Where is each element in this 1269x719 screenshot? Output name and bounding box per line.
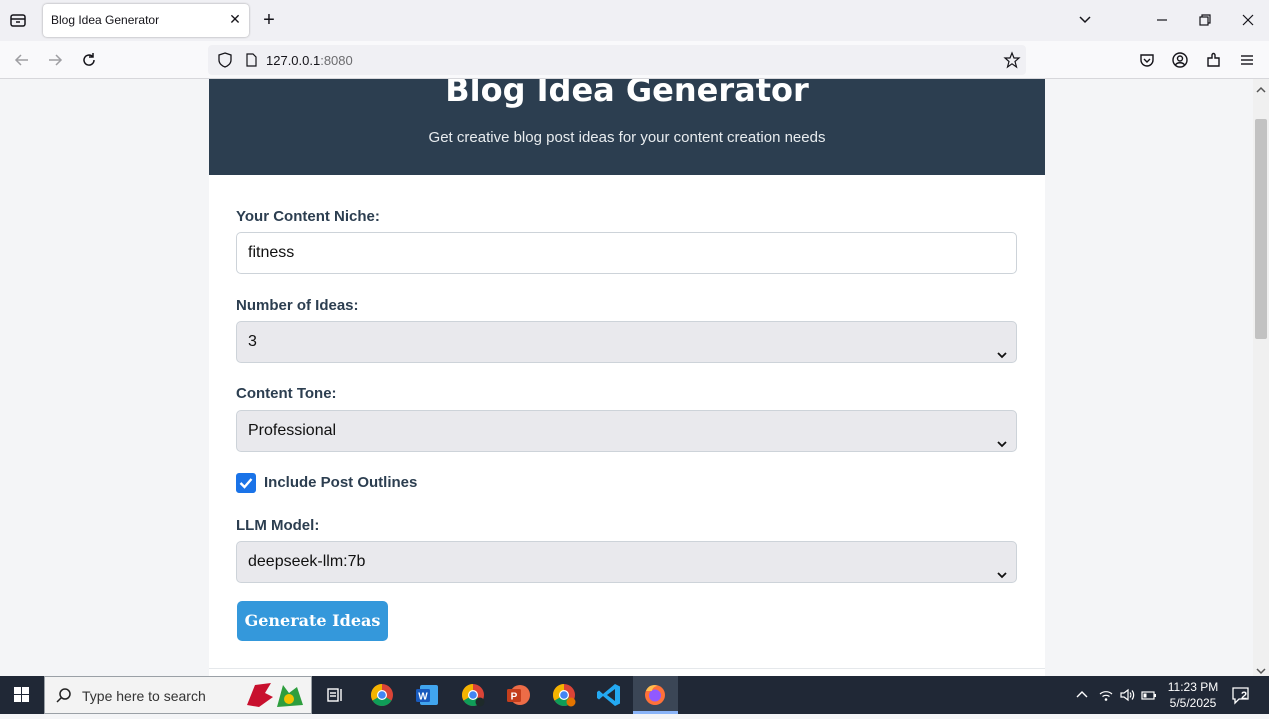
chrome-profile-icon[interactable] [458, 680, 488, 710]
battery-icon[interactable] [1140, 686, 1158, 704]
scroll-thumb[interactable] [1255, 119, 1267, 339]
system-clock[interactable]: 11:23 PM 5/5/2025 [1162, 679, 1224, 711]
model-select[interactable]: deepseek-llm:7b [236, 541, 1017, 583]
generator-card: Blog Idea Generator Get creative blog po… [209, 79, 1045, 676]
chrome-profile-2-icon[interactable] [549, 680, 579, 710]
tone-select[interactable]: Professional [236, 410, 1017, 452]
model-value: deepseek-llm:7b [248, 553, 366, 570]
browser-tab[interactable]: Blog Idea Generator ✕ [43, 4, 249, 37]
chevron-down-icon [996, 426, 1008, 448]
model-label: LLM Model: [236, 517, 320, 534]
back-arrow-icon[interactable] [12, 50, 32, 70]
ideas-count-select[interactable]: 3 [236, 321, 1017, 363]
minimize-icon[interactable] [1150, 8, 1174, 32]
tab-title: Blog Idea Generator [51, 13, 160, 27]
chevron-down-icon [996, 337, 1008, 359]
outlines-checkbox[interactable] [236, 473, 256, 493]
divider [209, 668, 1045, 669]
page-icon[interactable] [243, 52, 259, 68]
tab-bar: Blog Idea Generator ✕ + [0, 0, 1269, 41]
ideas-count-label: Number of Ideas: [236, 297, 359, 314]
vscode-icon[interactable] [594, 680, 624, 710]
volume-icon[interactable] [1118, 686, 1136, 704]
task-view-icon[interactable] [320, 680, 350, 710]
chevron-down-icon [996, 557, 1008, 579]
chevron-down-icon[interactable] [1075, 10, 1095, 30]
extensions-icon[interactable] [1204, 50, 1224, 70]
url-port: :8080 [320, 53, 353, 68]
vertical-scrollbar[interactable] [1253, 79, 1269, 676]
niche-input[interactable]: fitness [236, 232, 1017, 274]
page-header: Blog Idea Generator Get creative blog po… [209, 79, 1045, 175]
page-title: Blog Idea Generator [445, 79, 809, 109]
niche-label: Your Content Niche: [236, 208, 380, 225]
svg-text:P: P [511, 692, 518, 703]
tone-value: Professional [248, 422, 337, 439]
reload-icon[interactable] [79, 50, 99, 70]
account-icon[interactable] [1170, 50, 1190, 70]
bookmark-star-icon[interactable] [1003, 51, 1021, 69]
powerpoint-icon[interactable]: P [503, 680, 533, 710]
chrome-icon[interactable] [367, 680, 397, 710]
restore-icon[interactable] [1193, 8, 1217, 32]
outlines-label[interactable]: Include Post Outlines [264, 474, 417, 491]
ideas-count-value: 3 [248, 333, 257, 350]
search-highlight-icon [241, 679, 309, 711]
firefox-icon[interactable] [640, 680, 670, 710]
notifications-icon[interactable]: 2 [1230, 684, 1252, 706]
close-window-icon[interactable] [1236, 8, 1260, 32]
navigation-bar: 127.0.0.1:8080 [0, 41, 1269, 79]
taskbar-search[interactable]: Type here to search [44, 676, 312, 714]
url-bar[interactable]: 127.0.0.1:8080 [208, 45, 1026, 75]
windows-start-icon[interactable] [0, 676, 44, 714]
generate-ideas-button[interactable]: Generate Ideas [237, 601, 388, 641]
new-tab-icon[interactable]: + [258, 9, 280, 31]
notification-count: 2 [1241, 690, 1248, 702]
list-all-tabs-icon[interactable] [8, 10, 28, 30]
close-tab-icon[interactable]: ✕ [227, 11, 243, 27]
clock-date: 5/5/2025 [1169, 696, 1217, 710]
search-icon [55, 687, 73, 705]
network-icon[interactable] [1097, 686, 1115, 704]
pocket-icon[interactable] [1137, 50, 1157, 70]
url-text[interactable]: 127.0.0.1:8080 [266, 53, 353, 68]
scroll-up-icon[interactable] [1256, 82, 1266, 93]
chevron-up-icon[interactable] [1073, 686, 1091, 704]
svg-text:W: W [418, 692, 428, 703]
clock-time: 11:23 PM [1167, 680, 1219, 694]
url-host: 127.0.0.1 [266, 53, 321, 68]
tone-label: Content Tone: [236, 385, 337, 402]
taskbar: Type here to search W P 11:23 PM 5/5/202… [0, 676, 1269, 714]
menu-icon[interactable] [1237, 50, 1257, 70]
search-placeholder: Type here to search [82, 688, 206, 704]
scroll-down-icon[interactable] [1256, 663, 1266, 675]
shield-icon[interactable] [216, 51, 234, 69]
page-subtitle: Get creative blog post ideas for your co… [428, 129, 826, 146]
forward-arrow-icon[interactable] [45, 50, 65, 70]
word-icon[interactable]: W [412, 680, 442, 710]
page-viewport: Blog Idea Generator Get creative blog po… [0, 79, 1253, 676]
